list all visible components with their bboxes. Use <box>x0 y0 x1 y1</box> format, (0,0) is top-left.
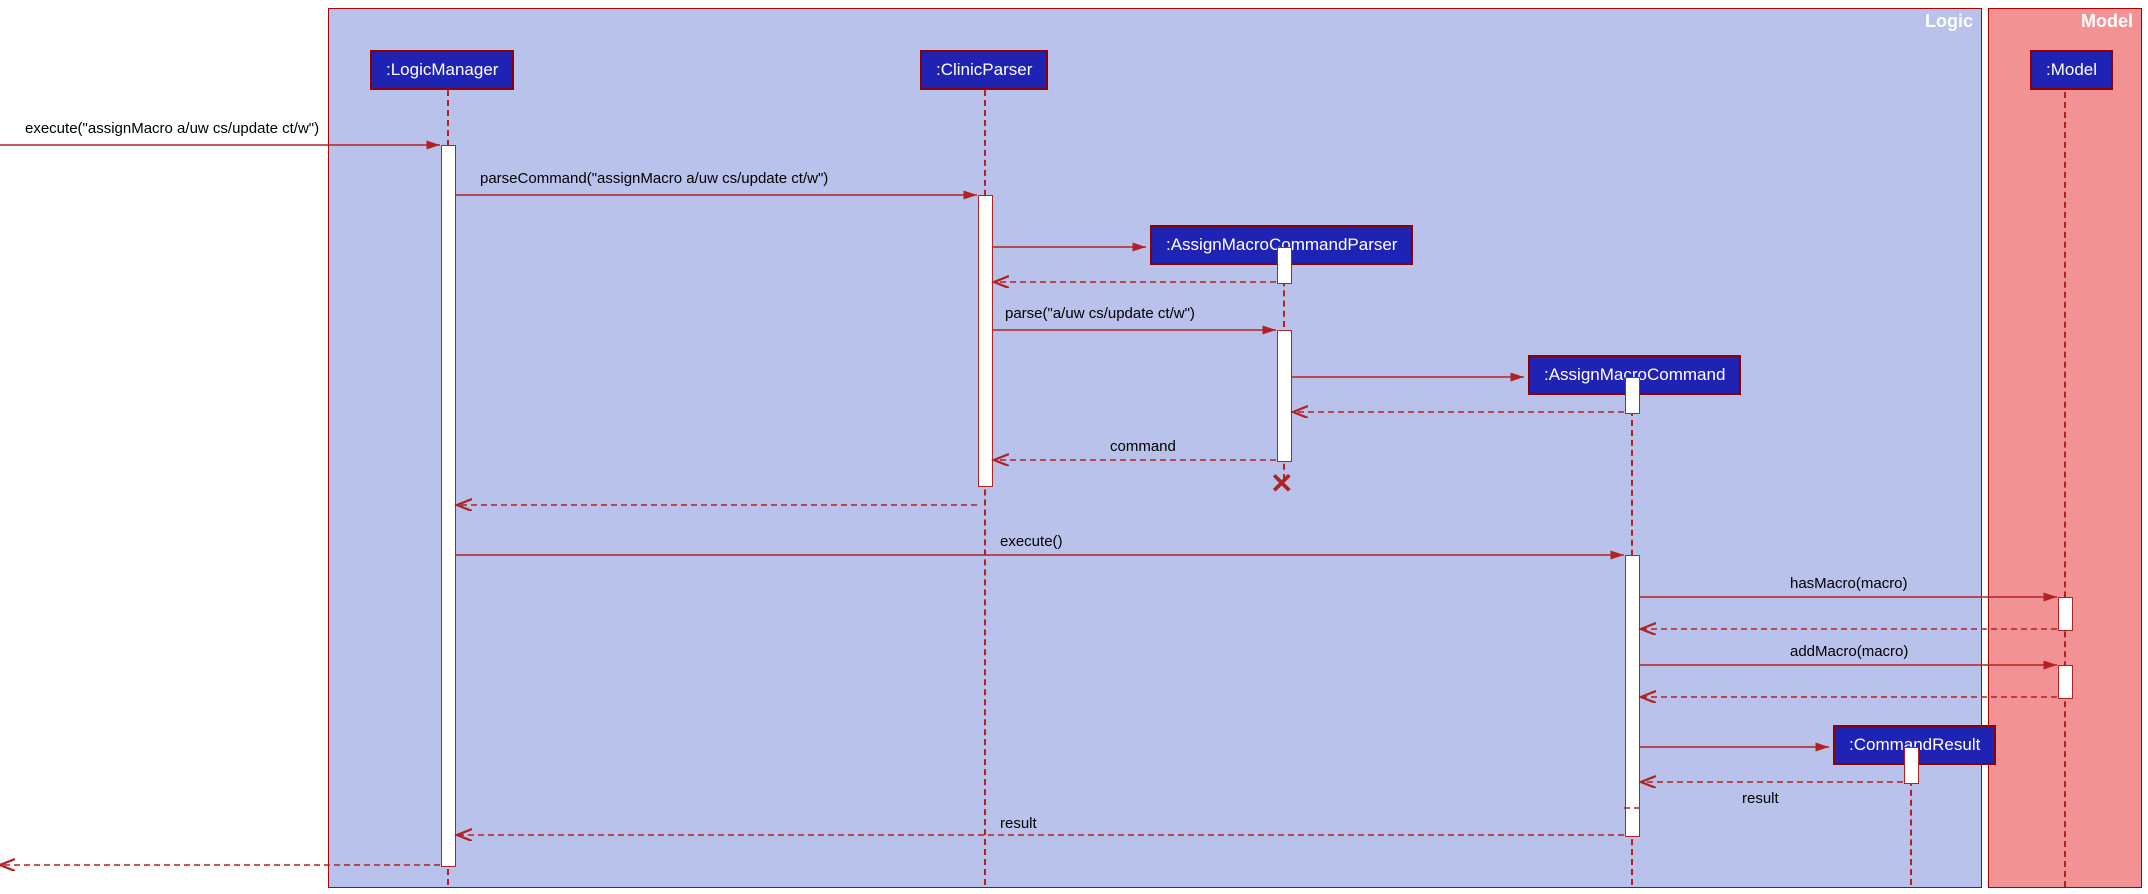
activation-logic-manager <box>441 145 456 867</box>
msg-result-1: result <box>1742 790 1779 807</box>
activation-model-1 <box>2058 597 2073 631</box>
participant-model: :Model <box>2030 50 2113 90</box>
lifeline-model <box>2064 92 2066 887</box>
activation-cmd-result <box>1904 747 1919 784</box>
activation-assign-parser-2 <box>1277 330 1292 462</box>
participant-clinic-parser: :ClinicParser <box>920 50 1048 90</box>
destroy-assign-parser: ✕ <box>1270 470 1293 498</box>
lifeline-cmd-result <box>1910 770 1912 885</box>
msg-has-macro: hasMacro(macro) <box>1790 575 1908 592</box>
logic-frame-label: Logic <box>1925 11 1973 32</box>
msg-execute-1: execute("assignMacro a/uw cs/update ct/w… <box>25 120 319 137</box>
activation-assign-cmd-2 <box>1625 555 1640 837</box>
msg-result-2: result <box>1000 815 1037 832</box>
participant-logic-manager: :LogicManager <box>370 50 514 90</box>
activation-clinic-parser <box>978 195 993 487</box>
msg-add-macro: addMacro(macro) <box>1790 643 1908 660</box>
model-frame-label: Model <box>2081 11 2133 32</box>
activation-assign-cmd-1 <box>1625 377 1640 414</box>
activation-model-2 <box>2058 665 2073 699</box>
msg-command: command <box>1110 438 1176 455</box>
activation-assign-parser-1 <box>1277 247 1292 284</box>
msg-execute-2: execute() <box>1000 533 1063 550</box>
msg-parse: parse("a/uw cs/update ct/w") <box>1005 305 1195 322</box>
msg-parse-command: parseCommand("assignMacro a/uw cs/update… <box>480 170 828 187</box>
